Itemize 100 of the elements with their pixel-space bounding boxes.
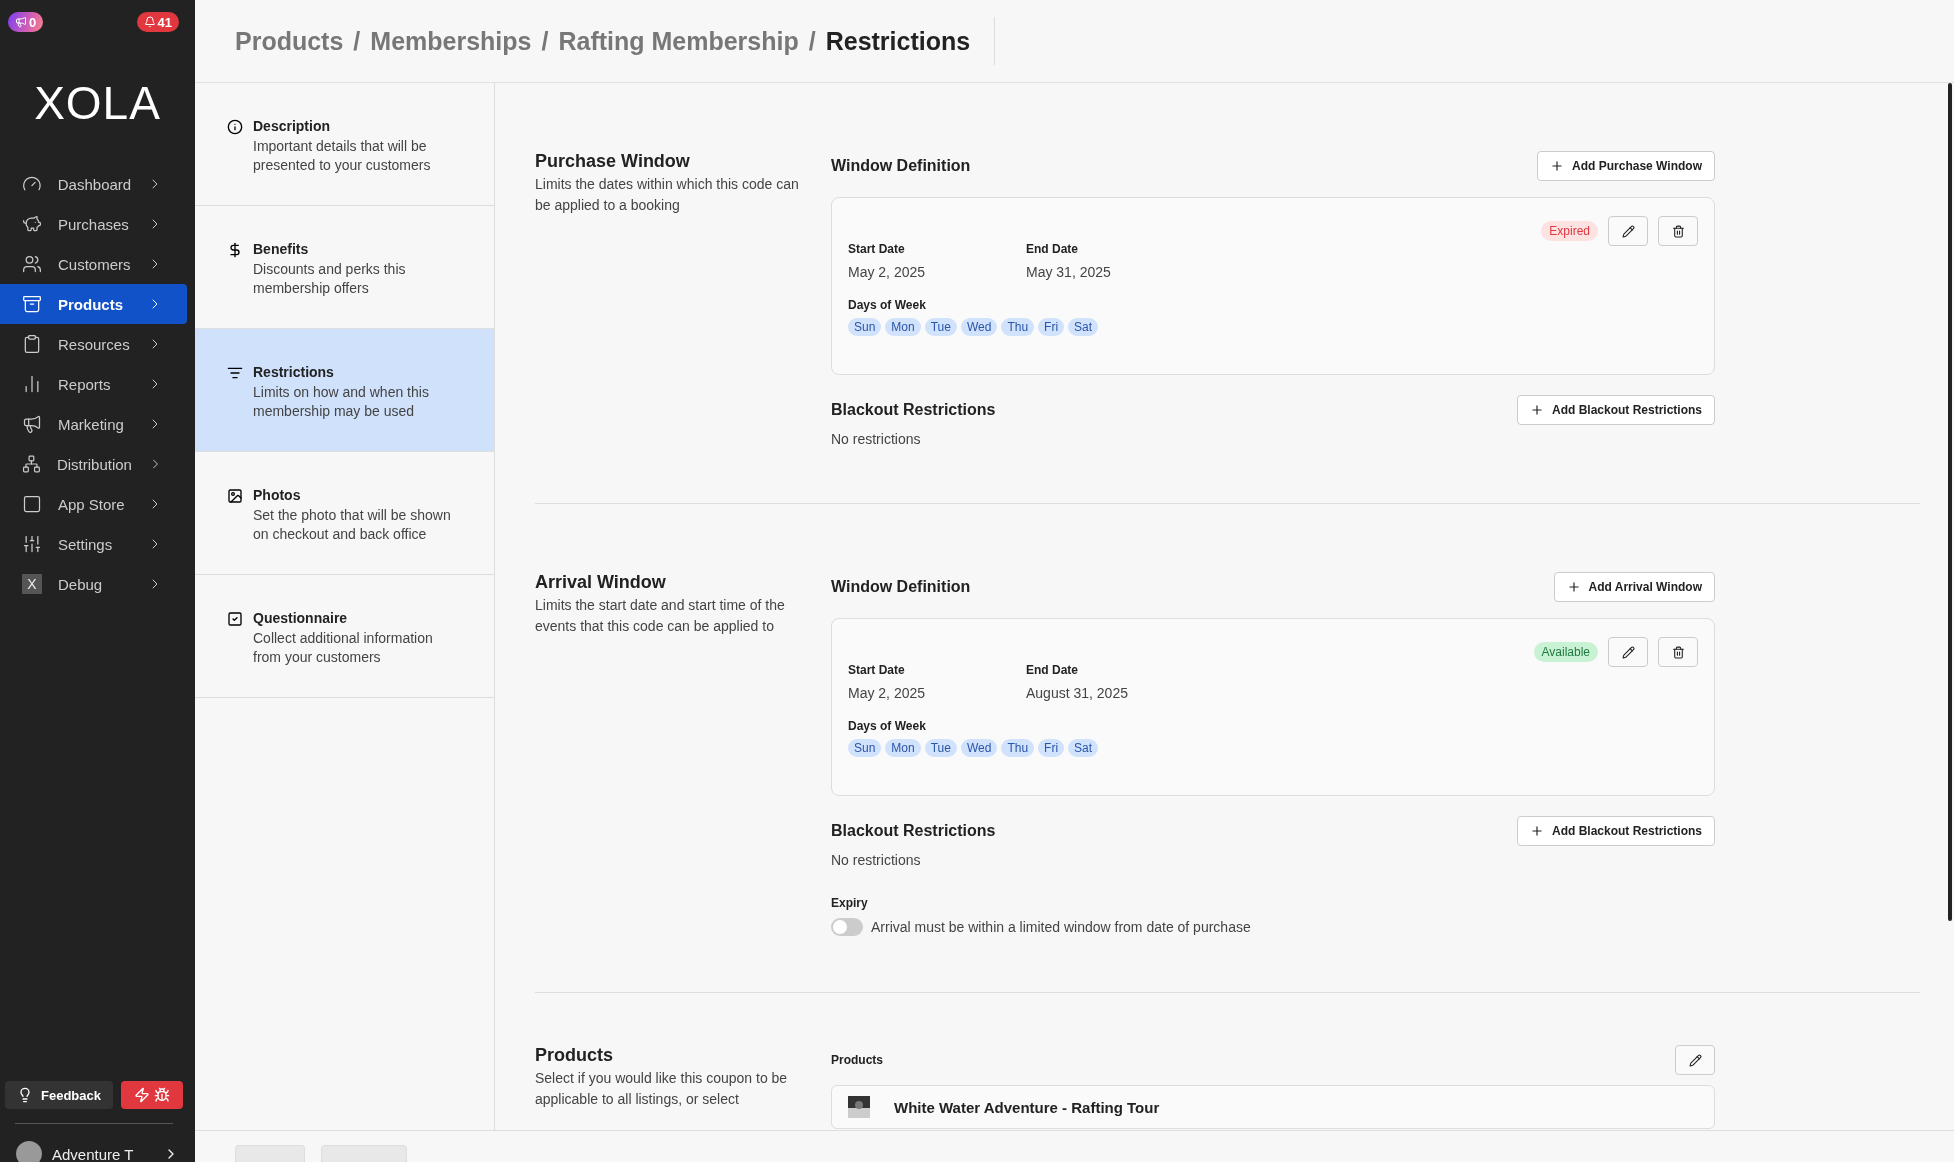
field-label: Expiry (831, 896, 869, 910)
nav-item[interactable]: Resources (0, 324, 187, 364)
toggle-switch[interactable] (831, 918, 863, 936)
nav-item[interactable]: Customers (0, 244, 187, 284)
field-value: May 31, 2025 (1026, 264, 1112, 280)
block-description: Limits the start date and start time of the events that this code can be applied to (535, 596, 786, 636)
nav-item[interactable]: Distribution (0, 444, 187, 484)
breadcrumb-separator: / (541, 26, 549, 56)
section-description: Discounts and perks this membership offers (253, 260, 407, 298)
scrollbar[interactable] (1948, 83, 1952, 921)
day-chip: Mon (885, 318, 921, 336)
day-chip: Wed (960, 318, 998, 336)
feedback-button[interactable]: Feedback (5, 1081, 113, 1109)
sliders-icon (22, 534, 42, 554)
breadcrumb-separator: / (808, 26, 816, 56)
block-description: Select if you would like this coupon to be applicable to all listings, or select (535, 1069, 789, 1109)
bug-report-button[interactable] (121, 1081, 183, 1109)
day-chip: Tue (924, 739, 957, 757)
breadcrumb-item[interactable]: Rafting Membership (558, 26, 799, 56)
field-label: Start Date (848, 242, 906, 256)
nav-item[interactable]: Products (0, 284, 187, 324)
nav-item[interactable]: App Store (0, 484, 187, 524)
window-heading: Window Definition (831, 578, 971, 596)
field-label: End Date (1026, 663, 1079, 677)
breadcrumb-item[interactable]: Memberships (370, 26, 532, 56)
breadcrumb-item[interactable]: Products (235, 26, 344, 56)
nav-item[interactable]: Dashboard (0, 164, 187, 204)
day-chip: Thu (1001, 318, 1035, 336)
field-label: Start Date (848, 663, 906, 677)
section-item[interactable]: Photos Set the photo that will be shown on checkout and back office (195, 452, 494, 575)
section-title: Description (253, 118, 331, 134)
field-value: August 31, 2025 (1026, 685, 1129, 701)
pencil-icon (1621, 645, 1635, 659)
add-blackout-button[interactable]: Add Blackout Restrictions (1516, 816, 1715, 846)
day-chip: Sat (1068, 739, 1099, 757)
square-icon (22, 494, 42, 514)
plus-icon (1550, 159, 1565, 173)
section-title: Questionnaire (253, 610, 349, 626)
day-chip: Thu (1001, 739, 1035, 757)
field-label: Days of Week (848, 298, 927, 312)
field-label: End Date (1026, 242, 1079, 256)
nav-item[interactable]: Settings (0, 524, 187, 564)
window-heading: Window Definition (831, 157, 971, 175)
block-title: Arrival Window (535, 572, 667, 593)
status-badge: Expired (1541, 221, 1598, 241)
block-title: Purchase Window (535, 151, 691, 172)
day-chip: Fri (1038, 318, 1065, 336)
toggle-label: Arrival must be within a limited window from date of purchase (871, 919, 1251, 935)
plus-icon (1566, 580, 1581, 594)
users-icon (22, 254, 42, 274)
megaphone-icon (22, 414, 42, 434)
block-description: Limits the dates within which this code can be applied to a booking (535, 175, 800, 215)
product-name: White Water Adventure - Rafting Tour (894, 1098, 1160, 1116)
section-description: Set the photo that will be shown on checkout and back office (253, 506, 452, 544)
nav-item[interactable]: Marketing (0, 404, 187, 444)
edit-button[interactable] (1608, 216, 1648, 246)
notification-badge[interactable]: 41 (136, 12, 179, 32)
empty-message: No restrictions (831, 852, 922, 868)
section-title: Benefits (253, 241, 310, 257)
plus-icon (1529, 824, 1544, 838)
section-item[interactable]: Questionnaire Collect additional information from your customers (195, 575, 494, 698)
delete-button[interactable] (1658, 637, 1698, 667)
logo: XOLA (33, 76, 162, 130)
lightning-icon (134, 1087, 150, 1103)
nav-item[interactable]: Reports (0, 364, 187, 404)
day-chip: Tue (924, 318, 957, 336)
debug-icon: X (22, 574, 42, 594)
add-window-button[interactable]: Add Purchase Window (1537, 151, 1715, 181)
field-label: Days of Week (848, 719, 927, 733)
checklist-icon (227, 611, 243, 627)
trash-icon (1671, 645, 1685, 659)
section-item[interactable]: Description Important details that will be presented to your customers (195, 83, 494, 206)
user-menu[interactable]: Adventure T (0, 1136, 195, 1162)
nav-item[interactable]: X Debug (0, 564, 187, 604)
add-blackout-button[interactable]: Add Blackout Restrictions (1516, 395, 1715, 425)
clipboard-icon (22, 334, 42, 354)
blackout-heading: Blackout Restrictions (831, 822, 996, 840)
pencil-icon (1688, 1053, 1702, 1067)
day-chip: Mon (885, 739, 921, 757)
edit-button[interactable] (1608, 637, 1648, 667)
nav-item[interactable]: Purchases (0, 204, 187, 244)
bell-icon (143, 16, 156, 28)
edit-button[interactable] (1675, 1045, 1715, 1075)
block-title: Products (535, 1045, 614, 1066)
lightbulb-icon (17, 1087, 33, 1103)
filter-icon (227, 365, 243, 381)
piggy-bank-icon (22, 214, 42, 234)
pencil-icon (1621, 224, 1635, 238)
image-icon (227, 488, 243, 504)
field-value: May 2, 2025 (848, 685, 927, 701)
add-window-button[interactable]: Add Arrival Window (1553, 572, 1715, 602)
info-icon (227, 119, 243, 135)
avatar (16, 1141, 42, 1162)
section-item[interactable]: Restrictions Limits on how and when this membership may be used (195, 329, 494, 452)
megaphone-icon (15, 16, 27, 28)
breadcrumb-separator: / (353, 26, 361, 56)
day-chip: Sun (848, 318, 882, 336)
field-label: Products (831, 1053, 883, 1067)
delete-button[interactable] (1658, 216, 1698, 246)
day-chip: Sat (1068, 318, 1099, 336)
